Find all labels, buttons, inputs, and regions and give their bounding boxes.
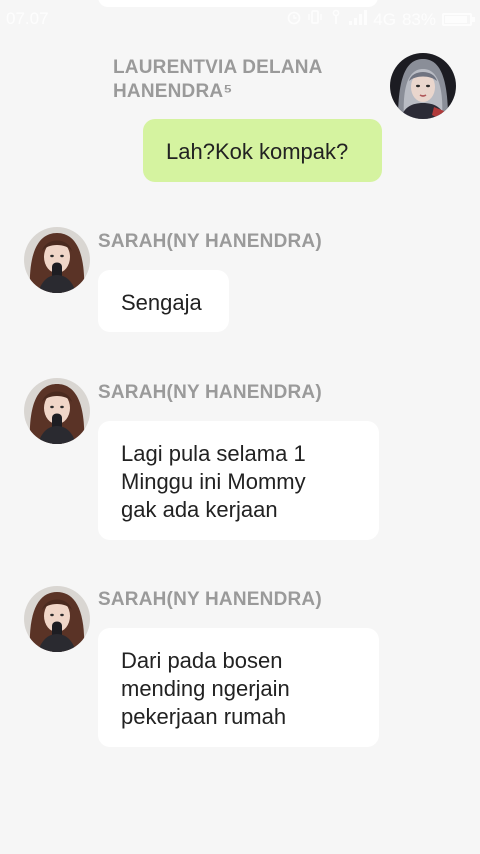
sender-name-sarah: SARAH(NY HANENDRA) bbox=[98, 589, 322, 610]
sender-name-sarah: SARAH(NY HANENDRA) bbox=[98, 382, 322, 403]
message-bubble-outgoing[interactable]: Lah?Kok kompak? bbox=[143, 119, 382, 182]
message-bubble-incoming[interactable]: Dari pada bosen mending ngerjain pekerja… bbox=[98, 628, 379, 747]
signal-icon bbox=[349, 9, 368, 30]
message-line: gak ada kerjaan bbox=[121, 497, 278, 522]
sender-name-sarah: SARAH(NY HANENDRA) bbox=[98, 231, 322, 252]
battery-icon bbox=[442, 13, 475, 26]
previous-message-bubble bbox=[98, 0, 378, 7]
message-line: pekerjaan rumah bbox=[121, 704, 287, 729]
message-line: Lagi pula selama 1 bbox=[121, 441, 306, 466]
battery-fill bbox=[445, 16, 467, 23]
avatar-laurentvia[interactable] bbox=[390, 53, 456, 119]
message-text: Lah?Kok kompak? bbox=[166, 139, 349, 164]
message-line: Minggu ini Mommy bbox=[121, 469, 306, 494]
avatar-sarah[interactable] bbox=[24, 378, 90, 444]
network-type: 4G bbox=[373, 9, 396, 29]
message-line: Dari pada bosen bbox=[121, 648, 283, 673]
sender-name-laurentvia: LAURENTVIA DELANA HANENDRA⁵ bbox=[113, 57, 322, 102]
status-time: 07.07 bbox=[6, 9, 49, 28]
wifi-icon bbox=[329, 9, 343, 30]
message-bubble-incoming[interactable]: Lagi pula selama 1 Minggu ini Mommy gak … bbox=[98, 421, 379, 540]
avatar-sarah[interactable] bbox=[24, 586, 90, 652]
message-line: mending ngerjain bbox=[121, 676, 290, 701]
avatar-sarah[interactable] bbox=[24, 227, 90, 293]
vibrate-icon bbox=[307, 9, 323, 30]
message-bubble-incoming[interactable]: Sengaja bbox=[98, 270, 229, 332]
message-text: Sengaja bbox=[121, 290, 202, 315]
alarm-icon bbox=[287, 10, 301, 30]
battery-percent: 83% bbox=[401, 9, 436, 29]
status-icons: 4G 83% bbox=[287, 9, 475, 30]
